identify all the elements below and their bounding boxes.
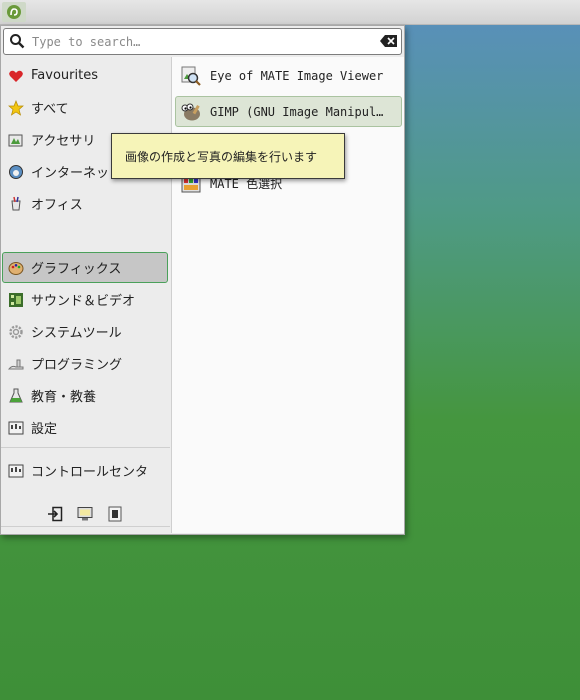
category-settings[interactable]: 設定 (2, 412, 168, 443)
palette-icon (7, 259, 25, 277)
shutdown-icon[interactable] (106, 505, 124, 523)
category-graphics[interactable]: グラフィックス (2, 252, 168, 283)
category-label: 設定 (31, 422, 58, 437)
search-box (3, 28, 402, 55)
globe-icon (7, 163, 25, 181)
app-label: Eye of MATE Image Viewer (210, 68, 384, 83)
settings-icon (7, 419, 25, 437)
programming-icon (7, 355, 25, 373)
category-label: プログラミング (31, 358, 123, 373)
category-label: グラフィックス (31, 262, 122, 277)
category-label: 教育・教養 (31, 390, 97, 405)
film-icon (7, 291, 25, 309)
category-label: サウンド＆ビデオ (31, 294, 136, 309)
tooltip: 画像の作成と写真の編集を行います (111, 133, 345, 179)
category-control-center[interactable]: コントロールセンタ (2, 455, 168, 486)
heart-icon (7, 67, 25, 85)
category-education[interactable]: 教育・教養 (2, 380, 168, 411)
bottom-toolbar (1, 495, 170, 533)
separator (1, 447, 170, 448)
category-label: オフィス (31, 198, 83, 213)
category-office[interactable]: オフィス (2, 188, 168, 219)
education-icon (7, 387, 25, 405)
category-label: アクセサリ (31, 134, 96, 149)
category-all[interactable]: すべて (2, 92, 168, 123)
category-label: コントロールセンタ (31, 465, 149, 480)
tooltip-text: 画像の作成と写真の編集を行います (125, 149, 318, 164)
application-menu: Favourites すべて アクセサリ インターネット オフィス グラフィック… (0, 25, 405, 535)
gear-icon (7, 323, 25, 341)
gimp-icon (180, 101, 202, 123)
star-icon (7, 99, 25, 117)
category-label: インターネット (31, 166, 123, 181)
app-eye-of-mate[interactable]: Eye of MATE Image Viewer (175, 60, 402, 91)
top-panel (0, 0, 580, 25)
control-center-icon (7, 462, 25, 480)
category-label: システムツール (31, 326, 122, 341)
category-programming[interactable]: プログラミング (2, 348, 168, 379)
category-label: Favourites (31, 68, 98, 83)
image-viewer-icon (180, 65, 202, 87)
office-icon (7, 195, 25, 213)
clear-search-icon[interactable] (379, 33, 399, 49)
app-gimp[interactable]: GIMP (GNU Image Manipul… (175, 96, 402, 127)
category-system-tools[interactable]: システムツール (2, 316, 168, 347)
app-label: GIMP (GNU Image Manipul… (210, 104, 384, 119)
mate-menu-logo-icon[interactable] (2, 2, 26, 22)
logout-icon[interactable] (46, 505, 64, 523)
search-input[interactable] (30, 32, 374, 52)
accessories-icon (7, 131, 25, 149)
category-list: Favourites すべて アクセサリ インターネット オフィス グラフィック… (1, 57, 170, 533)
category-label: すべて (31, 102, 69, 117)
application-list: Eye of MATE Image Viewer GIMP (GNU Image… (171, 57, 404, 533)
search-icon (10, 34, 25, 49)
category-sound-video[interactable]: サウンド＆ビデオ (2, 284, 168, 315)
lock-screen-icon[interactable] (76, 505, 94, 523)
category-favourites[interactable]: Favourites (2, 60, 168, 91)
